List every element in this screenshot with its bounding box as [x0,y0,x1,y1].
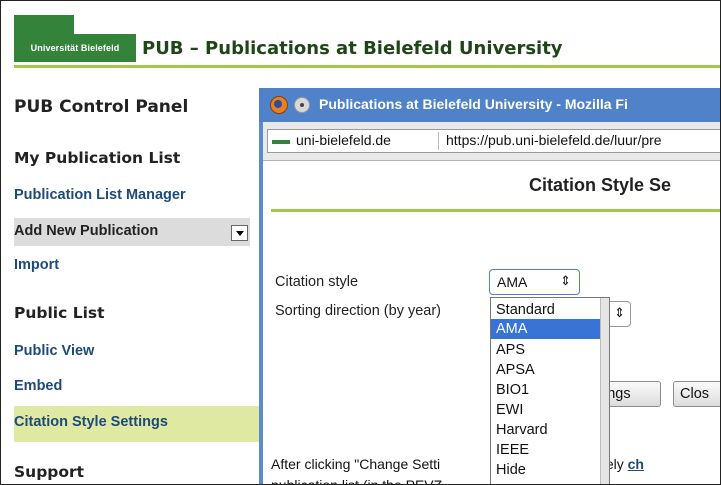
logo-stripe [14,15,74,34]
address-bar: uni-bielefeld.de https://pub.uni-bielefe… [263,122,720,161]
sidebar-item-label: Add New Publication [14,223,159,239]
window-title-bar[interactable]: Publications at Bielefeld University - M… [259,88,720,122]
close-button[interactable]: Clos [673,381,720,407]
sidebar-item-label: Citation Style Settings [14,414,168,430]
chevron-down-icon[interactable] [231,225,248,241]
dropdown-option[interactable]: APSA [491,360,609,380]
site-title[interactable]: PUB – Publications at Bielefeld Universi… [142,38,563,59]
sidebar-item-citation-style-settings[interactable]: Citation Style Settings [14,406,260,442]
public-list-heading: Public List [14,304,105,322]
sidebar-item-embed[interactable]: Embed [14,378,62,394]
firefox-icon [270,96,288,114]
updown-icon: ⇕ [560,274,571,289]
info-text-part-a: After clicking "Change Setti [271,456,441,472]
info-link[interactable]: ch [628,456,644,472]
dropdown-option-selected[interactable]: AMA [491,319,609,339]
header-divider [14,65,720,68]
url-text[interactable]: https://pub.uni-bielefeld.de/luur/pre [446,132,662,148]
screenshot-frame: Universität Bielefeld PUB – Publications… [0,0,721,485]
url-field[interactable]: uni-bielefeld.de https://pub.uni-bielefe… [267,129,720,153]
my-publication-list-heading: My Publication List [14,149,181,167]
url-separator [438,132,439,150]
dropdown-option[interactable]: EWI [491,400,609,420]
window-menu-icon[interactable] [294,97,310,113]
page-title: Citation Style Se [529,175,672,195]
dropdown-option[interactable]: Standard [491,300,609,320]
dropdown-option[interactable]: IEEE [491,440,609,460]
university-logo[interactable]: Universität Bielefeld [14,34,136,62]
site-identity-label[interactable]: uni-bielefeld.de [296,132,391,148]
popup-content: Citation Style Se Citation style AMA ⇕ S… [263,161,720,485]
title-divider [271,209,720,212]
dropdown-option[interactable]: Hide [491,460,609,480]
citation-style-label: Citation style [275,274,359,290]
site-header: Universität Bielefeld PUB – Publications… [1,1,720,69]
dropdown-option[interactable]: APS [491,340,609,360]
citation-style-select[interactable]: AMA ⇕ [489,269,580,295]
dropdown-option[interactable]: Harvard [491,420,609,440]
dropdown-option[interactable]: BIO1 [491,380,609,400]
sidebar-item-public-view[interactable]: Public View [14,343,94,359]
sidebar-item-publication-list-manager[interactable]: Publication List Manager [14,187,186,203]
sorting-direction-label: Sorting direction (by year) [275,303,442,319]
citation-style-dropdown-list[interactable]: Standard AMA APS APSA BIO1 EWI Harvard I… [490,297,610,484]
dropdown-scrollbar[interactable] [600,298,609,484]
window-title: Publications at Bielefeld University - M… [319,96,628,112]
updown-icon: ⇕ [614,306,625,321]
site-identity-icon[interactable] [272,140,290,144]
sidebar-item-import[interactable]: Import [14,257,59,273]
popup-window[interactable]: Publications at Bielefeld University - M… [259,88,720,485]
control-panel-heading: PUB Control Panel [14,97,189,117]
citation-style-value: AMA [497,274,528,290]
sidebar-item-add-new-publication[interactable]: Add New Publication [14,218,250,246]
support-heading: Support [14,463,85,481]
info-text-line-2: publication list (in the PEVZ [271,477,443,485]
